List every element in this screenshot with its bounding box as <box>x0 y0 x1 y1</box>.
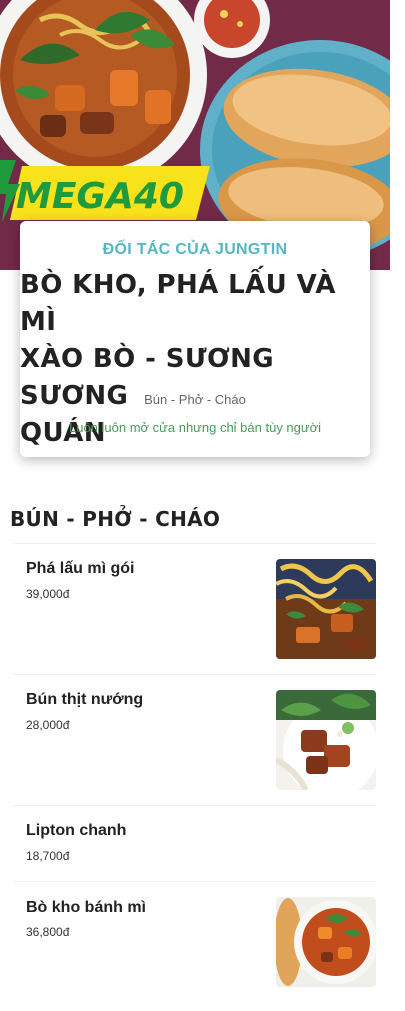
menu-item-price: 28,000đ <box>26 718 70 732</box>
store-title-line: BÒ KHO, PHÁ LẤU VÀ MÌ <box>20 270 336 337</box>
menu-item[interactable]: Lipton chanh 18,700đ <box>14 806 376 882</box>
promo-text: MEGA40 <box>16 176 184 217</box>
store-info-card: ĐỐI TÁC CỦA JUNGTIN BÒ KHO, PHÁ LẤU VÀ M… <box>20 221 370 457</box>
menu-item-image <box>276 559 376 659</box>
promo-badge: MEGA40 <box>0 160 215 222</box>
menu-item[interactable]: Phá lấu mì gói 39,000đ <box>14 544 376 675</box>
cuisine-label: Bún - Phở - Cháo <box>144 392 246 407</box>
store-status: Luôn luôn mở cửa nhưng chỉ bán tùy người <box>68 420 322 435</box>
menu-item-name: Bún thịt nướng <box>26 691 144 708</box>
menu-section-title: BÚN - PHỞ - CHÁO <box>10 507 221 531</box>
menu-item-image <box>276 690 376 790</box>
menu-item-price: 39,000đ <box>26 587 70 601</box>
menu-item[interactable]: Bò kho bánh mì 36,800đ <box>14 882 376 1011</box>
menu-item-image <box>276 897 376 987</box>
menu-item-name: Phá lấu mì gói <box>26 560 135 577</box>
menu-item-name: Lipton chanh <box>26 822 127 839</box>
partner-label: ĐỐI TÁC CỦA JUNGTIN <box>102 241 288 258</box>
menu-item-price: 36,800đ <box>26 925 70 939</box>
menu-item-price: 18,700đ <box>26 849 70 863</box>
menu-item[interactable]: Bún thịt nướng 28,000đ <box>14 675 376 806</box>
menu-item-name: Bò kho bánh mì <box>26 899 146 916</box>
